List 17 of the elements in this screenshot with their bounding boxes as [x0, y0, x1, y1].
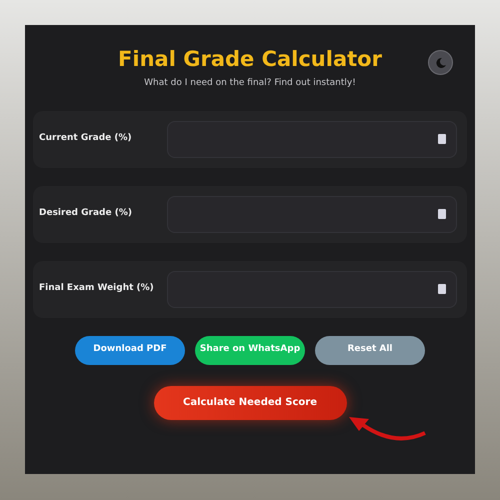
action-button[interactable]: Reset All [315, 336, 425, 364]
moon-icon [434, 56, 446, 68]
page-title: Final Grade Calculator [118, 46, 382, 73]
number-field[interactable] [167, 120, 457, 158]
action-button[interactable]: Share on WhatsApp [195, 336, 305, 364]
page-subtitle: What do I need on the final? Find out instantly! [144, 77, 356, 90]
theme-toggle[interactable] [428, 50, 453, 75]
spinner-icon [438, 134, 446, 144]
spinner-icon [438, 284, 446, 294]
calculate-button[interactable]: Calculate Needed Score [154, 386, 346, 420]
field-label: Desired Grade (%) [39, 207, 133, 220]
field-label: Current Grade (%) [39, 132, 133, 146]
action-button[interactable]: Download PDF [75, 336, 185, 364]
spinner-icon [438, 209, 446, 219]
number-field[interactable] [167, 270, 457, 308]
number-field[interactable] [167, 196, 457, 232]
field-label: Final Exam Weight (%) [39, 282, 155, 296]
